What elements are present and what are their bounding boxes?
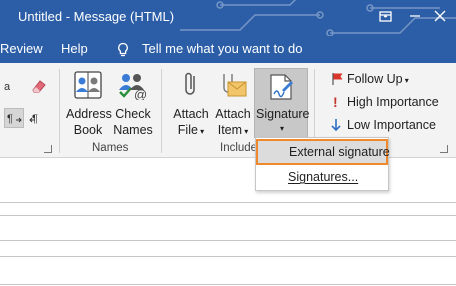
left-to-right-icon[interactable]: ¶ [6,110,22,126]
address-book-label-1: Address [66,107,112,121]
title-bar: Untitled - Message (HTML) [0,0,456,36]
restore-window-icon[interactable] [376,6,396,26]
group-label-names: Names [92,142,129,154]
ribbon-tab-row: Review Help Tell me what you want to do [0,36,456,63]
outlook-message-window: Untitled - Message (HTML) Review Help Te… [0,0,456,286]
flag-icon [332,73,343,85]
attach-file-label-2: File ▾ [177,123,205,137]
tell-me-search[interactable]: Tell me what you want to do [142,41,302,56]
low-importance-arrow-icon [331,119,341,132]
address-book-label-2: Book [73,123,103,137]
check-names-label-1: Check [115,107,151,121]
svg-text:a: a [4,81,11,93]
tab-help[interactable]: Help [61,41,88,56]
svg-text:¶: ¶ [32,113,38,125]
attach-item-label-1: Attach [215,107,251,121]
menu-item-signatures[interactable]: Signatures... [256,166,388,190]
signature-label: Signature [256,107,310,121]
group-label-include: Include [220,142,258,154]
menu-item-label: Signatures... [288,170,359,184]
svg-text:@: @ [134,87,147,100]
separator [161,69,162,153]
body-line [0,256,456,257]
follow-up-button[interactable]: Follow Up ▾ [347,72,409,86]
tab-review[interactable]: Review [0,41,43,56]
attach-file-button[interactable]: Attach File ▾ [170,106,212,140]
low-importance-button[interactable]: Low Importance [347,118,436,132]
attach-item-button[interactable]: Attach Item ▾ [212,106,254,140]
check-names-label-2: Names [113,123,153,137]
menu-item-external-signature[interactable]: External signature [256,139,390,165]
tags-dialog-launcher[interactable] [440,145,448,153]
check-names-icon[interactable]: @ [117,70,149,100]
body-line [0,202,456,203]
minimize-icon[interactable] [405,6,425,26]
body-line [0,284,456,285]
attach-item-label-2: Item ▾ [217,123,249,137]
body-line [0,240,456,241]
paperclip-icon[interactable] [176,70,206,100]
body-line [0,215,456,216]
close-icon[interactable] [432,6,452,26]
separator [59,69,60,153]
address-book-icon[interactable] [72,70,104,100]
attach-item-icon[interactable] [216,70,248,100]
paragraph-dialog-launcher[interactable] [44,145,52,153]
check-names-button[interactable]: Check Names [111,106,155,138]
attach-file-label-1: Attach [173,107,209,121]
high-importance-button[interactable]: High Importance [347,95,439,109]
svg-text:¶: ¶ [7,113,13,125]
font-size-icon[interactable]: a [4,78,20,94]
high-importance-icon: ! [333,94,338,110]
signature-icon [270,74,293,100]
lightbulb-icon [118,42,128,57]
right-to-left-icon[interactable]: ¶ [29,110,45,126]
signature-menu: External signature Signatures... [255,137,390,191]
address-book-button[interactable]: Address Book [66,106,112,138]
signature-dropdown-arrow: ▾ [279,124,284,133]
menu-item-label: External signature [289,145,390,159]
window-title: Untitled - Message (HTML) [18,9,175,24]
eraser-icon[interactable] [30,78,48,94]
